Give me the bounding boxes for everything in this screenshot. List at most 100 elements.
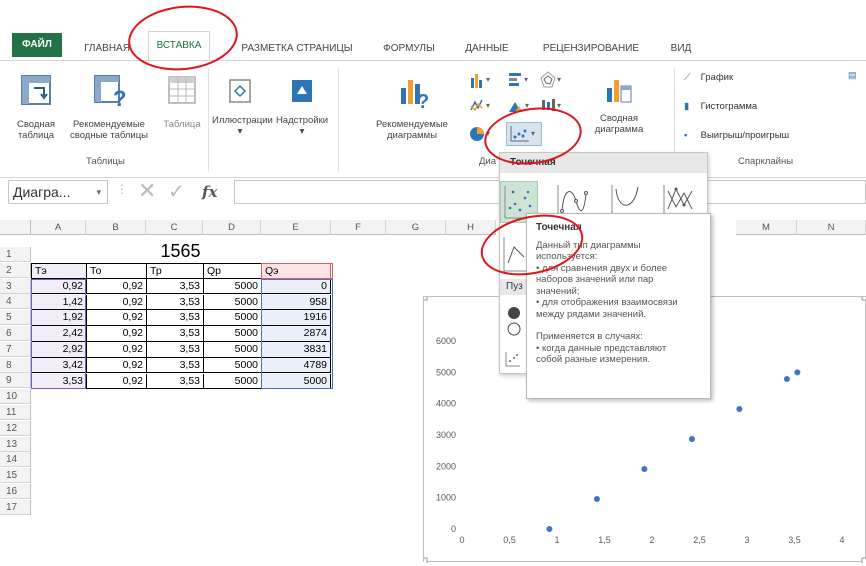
table-cell[interactable]: 0,92 bbox=[86, 342, 146, 358]
table-cell[interactable]: 3,53 bbox=[146, 294, 203, 311]
table-cell[interactable]: 0,92 bbox=[31, 278, 86, 295]
table-cell[interactable]: 0,92 bbox=[86, 373, 146, 390]
table-cell[interactable]: 5000 bbox=[261, 373, 331, 390]
table-cell[interactable]: 0,92 bbox=[86, 326, 146, 342]
data-point[interactable] bbox=[641, 465, 648, 472]
table-cell[interactable]: 4789 bbox=[261, 357, 331, 374]
filter-icon[interactable]: ▤ bbox=[848, 70, 858, 170]
table-cell[interactable]: 5000 bbox=[203, 357, 261, 374]
confirm-icon[interactable]: ✓ bbox=[168, 180, 188, 204]
table-cell[interactable]: 2,92 bbox=[31, 342, 86, 358]
data-point[interactable] bbox=[546, 526, 553, 532]
column-header[interactable]: M bbox=[736, 220, 797, 235]
resize-handle[interactable] bbox=[420, 557, 428, 565]
table-cell[interactable]: 5000 bbox=[203, 294, 261, 311]
row-header[interactable]: 5 bbox=[0, 310, 31, 326]
data-point[interactable] bbox=[783, 375, 790, 382]
data-point[interactable] bbox=[736, 405, 743, 412]
table-cell[interactable]: 3,53 bbox=[146, 373, 203, 390]
tab-formulas[interactable]: ФОРМУЛЫ bbox=[378, 38, 440, 60]
table-cell[interactable]: 3,53 bbox=[31, 373, 86, 390]
table-cell[interactable]: 3,53 bbox=[146, 278, 203, 295]
row-header[interactable]: 13 bbox=[0, 436, 31, 452]
insert-function-icon[interactable]: fx bbox=[202, 180, 226, 204]
header-cell[interactable]: Тэ bbox=[31, 263, 86, 279]
row-header[interactable]: 3 bbox=[0, 278, 31, 294]
column-chart-button[interactable]: ▾ bbox=[468, 70, 496, 90]
column-header[interactable]: H bbox=[446, 220, 496, 235]
row-header[interactable]: 17 bbox=[0, 499, 31, 515]
table-cell[interactable]: 958 bbox=[261, 294, 331, 311]
table-cell[interactable]: 0,92 bbox=[86, 278, 146, 295]
row-header[interactable]: 8 bbox=[0, 357, 31, 373]
addins-button[interactable]: Надстройки ▾ bbox=[270, 70, 334, 150]
tab-page-layout[interactable]: РАЗМЕТКА СТРАНИЦЫ bbox=[234, 38, 360, 60]
select-all-corner[interactable] bbox=[0, 220, 31, 235]
header-cell[interactable]: Qр bbox=[203, 263, 261, 279]
sparkline-column-button[interactable]: ▮ Гистограмма bbox=[684, 101, 757, 112]
header-cell[interactable]: Qэ bbox=[261, 263, 331, 279]
row-header[interactable]: 14 bbox=[0, 452, 31, 468]
table-cell[interactable]: 5000 bbox=[203, 310, 261, 326]
resize-handle[interactable] bbox=[861, 293, 866, 301]
hierarchy-chart-button[interactable]: ▾ bbox=[506, 70, 534, 90]
table-cell[interactable]: 3,53 bbox=[146, 357, 203, 374]
table-cell[interactable]: 1,42 bbox=[31, 294, 86, 311]
row-header[interactable]: 15 bbox=[0, 468, 31, 484]
column-header[interactable]: D bbox=[203, 220, 261, 235]
sparkline-line-button[interactable]: ⟋ График bbox=[684, 72, 733, 83]
name-box[interactable]: Диагра... ▾ bbox=[8, 180, 108, 204]
illustrations-button[interactable]: Иллюстрации ▾ bbox=[212, 70, 273, 150]
row-header[interactable]: 10 bbox=[0, 389, 31, 405]
tab-file[interactable]: ФАЙЛ bbox=[12, 33, 62, 57]
data-point[interactable] bbox=[593, 495, 600, 502]
row-header[interactable]: 16 bbox=[0, 484, 31, 499]
tab-review[interactable]: РЕЦЕНЗИРОВАНИЕ bbox=[536, 38, 646, 60]
title-cell[interactable]: 1565 bbox=[31, 240, 333, 262]
resize-handle[interactable] bbox=[861, 557, 866, 565]
recommended-pivot-button[interactable]: ? Рекомендуемые сводные таблицы bbox=[58, 70, 160, 141]
table-cell[interactable]: 1,92 bbox=[31, 310, 86, 326]
table-cell[interactable]: 3,53 bbox=[146, 326, 203, 342]
column-header[interactable]: A bbox=[31, 220, 86, 235]
table-cell[interactable]: 5000 bbox=[203, 278, 261, 295]
tab-view[interactable]: ВИД bbox=[664, 38, 698, 60]
column-header[interactable]: G bbox=[386, 220, 446, 235]
gallery-bubble[interactable] bbox=[502, 303, 526, 339]
table-cell[interactable]: 0,92 bbox=[86, 357, 146, 374]
data-point[interactable] bbox=[688, 435, 695, 442]
header-cell[interactable]: То bbox=[86, 263, 146, 279]
table-cell[interactable]: 3,53 bbox=[146, 342, 203, 358]
pivot-table-button[interactable]: Сводная таблица bbox=[14, 70, 58, 141]
column-header[interactable]: C bbox=[146, 220, 203, 235]
sparkline-winloss-button[interactable]: ▪ Выигрыш/проигрыш bbox=[684, 130, 789, 141]
table-button[interactable]: Таблица bbox=[160, 70, 204, 140]
table-cell[interactable]: 3,42 bbox=[31, 357, 86, 374]
row-header[interactable]: 6 bbox=[0, 326, 31, 341]
table-cell[interactable]: 0 bbox=[261, 278, 331, 295]
row-header[interactable]: 11 bbox=[0, 405, 31, 420]
table-cell[interactable]: 2,42 bbox=[31, 326, 86, 342]
table-cell[interactable]: 5000 bbox=[203, 326, 261, 342]
cancel-icon[interactable]: ✕ bbox=[138, 180, 158, 204]
radar-chart-button[interactable]: ▾ bbox=[538, 70, 566, 90]
pivot-chart-button[interactable]: Сводная диаграмма bbox=[586, 70, 652, 146]
row-header[interactable]: 4 bbox=[0, 294, 31, 310]
table-cell[interactable]: 0,92 bbox=[86, 294, 146, 311]
data-point[interactable] bbox=[794, 369, 801, 376]
row-header[interactable]: 9 bbox=[0, 373, 31, 389]
table-cell[interactable]: 1916 bbox=[261, 310, 331, 326]
column-header[interactable]: E bbox=[261, 220, 331, 235]
table-cell[interactable]: 0,92 bbox=[86, 310, 146, 326]
recommended-charts-button[interactable]: ? Рекомендуемые диаграммы bbox=[364, 70, 460, 142]
column-header[interactable]: B bbox=[86, 220, 146, 235]
table-cell[interactable]: 5000 bbox=[203, 342, 261, 358]
table-cell[interactable]: 5000 bbox=[203, 373, 261, 390]
table-cell[interactable]: 3831 bbox=[261, 342, 331, 358]
resize-handle[interactable] bbox=[420, 293, 428, 301]
row-header[interactable]: 7 bbox=[0, 341, 31, 357]
column-header[interactable]: N bbox=[797, 220, 866, 235]
header-cell[interactable]: Тр bbox=[146, 263, 203, 279]
column-header[interactable]: F bbox=[331, 220, 386, 235]
more-scatter-charts[interactable] bbox=[502, 349, 524, 369]
